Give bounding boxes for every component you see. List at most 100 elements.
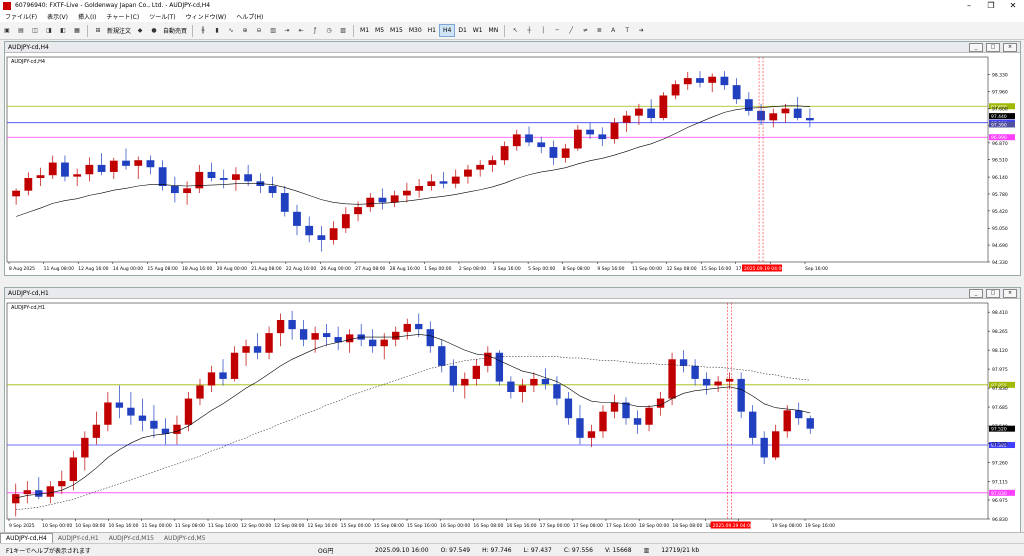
arrows-icon[interactable]: ➔ bbox=[635, 25, 647, 37]
candle-body bbox=[109, 160, 118, 172]
cursor-icon[interactable]: ↖ bbox=[509, 25, 521, 37]
candle-body bbox=[541, 378, 550, 385]
candle-body bbox=[757, 110, 765, 121]
close-icon[interactable]: × bbox=[1003, 288, 1017, 298]
line-chart-icon[interactable]: ∿ bbox=[225, 25, 237, 37]
candle-body bbox=[760, 437, 768, 458]
menu-file[interactable]: ファイル(F) bbox=[0, 12, 42, 21]
timeframe-h4[interactable]: H4 bbox=[439, 24, 456, 37]
indicators-icon[interactable]: ƒ bbox=[309, 25, 321, 37]
channel-icon[interactable]: ≠ bbox=[579, 25, 591, 37]
timeframe-d1[interactable]: D1 bbox=[455, 25, 469, 36]
status-profile[interactable]: OG円 bbox=[312, 546, 369, 555]
candle-body bbox=[769, 113, 778, 121]
menu-window[interactable]: ウィンドウ(W) bbox=[181, 12, 232, 21]
timeframe-m5[interactable]: M5 bbox=[372, 25, 387, 36]
tab-audjpy-m5[interactable]: AUDJPY-cd,M5 bbox=[159, 534, 211, 543]
timeframe-m15[interactable]: M15 bbox=[387, 25, 406, 36]
candle-body bbox=[549, 147, 558, 158]
chart-shift-icon[interactable]: ⇤ bbox=[295, 25, 307, 37]
candle-body bbox=[702, 378, 711, 386]
auto-trade-button[interactable]: 自動売買 bbox=[161, 26, 189, 35]
status-high: H: 97.746 bbox=[482, 546, 512, 554]
candle-body bbox=[518, 385, 527, 393]
candle-body bbox=[230, 352, 239, 379]
minimize-icon[interactable]: – bbox=[958, 0, 980, 11]
minimize-icon[interactable]: _ bbox=[969, 42, 983, 52]
x-tick-label: 22 Aug 16:00 bbox=[286, 266, 316, 272]
new-order-button[interactable]: 新規注文 bbox=[105, 26, 133, 35]
trendline-icon[interactable]: ╱ bbox=[565, 25, 577, 37]
x-tick-label: 16 Sep 16:00 bbox=[507, 523, 537, 529]
horizontal-line-icon[interactable]: ─ bbox=[551, 25, 563, 37]
new-order-icon[interactable]: ⊞ bbox=[92, 25, 104, 37]
menu-chart[interactable]: チャート(C) bbox=[101, 12, 144, 21]
status-volume: V: 15668 bbox=[604, 546, 632, 554]
new-chart-icon[interactable]: ▣ bbox=[1, 25, 13, 37]
menu-view[interactable]: 表示(V) bbox=[42, 12, 73, 21]
close-icon[interactable]: ✕ bbox=[1002, 0, 1024, 11]
fibonacci-icon[interactable]: ≣ bbox=[593, 25, 605, 37]
vertical-line-icon[interactable]: │ bbox=[537, 25, 549, 37]
candle-body bbox=[378, 197, 387, 203]
close-icon[interactable]: × bbox=[1003, 42, 1017, 52]
tile-windows-icon[interactable]: ▥ bbox=[267, 25, 279, 37]
auto-trade-icon[interactable]: ● bbox=[148, 25, 160, 37]
candle-body bbox=[439, 181, 448, 184]
toolbar-divider bbox=[504, 24, 506, 37]
market-watch-icon[interactable]: ◫ bbox=[29, 25, 41, 37]
plot-area bbox=[6, 56, 989, 263]
terminal-icon[interactable]: ▦ bbox=[71, 25, 83, 37]
candle-body bbox=[587, 431, 596, 438]
autoscroll-icon[interactable]: ⇥ bbox=[281, 25, 293, 37]
x-tick-label: 12 Aug 16:00 bbox=[78, 266, 108, 272]
label-icon[interactable]: T bbox=[621, 25, 633, 37]
candle-body bbox=[553, 384, 561, 399]
tab-audjpy-h1[interactable]: AUDJPY-cd,H1 bbox=[53, 534, 104, 543]
x-tick-label: 9 Sep 16:00 bbox=[597, 266, 624, 272]
data-window-icon[interactable]: ◨ bbox=[43, 25, 55, 37]
timeframe-h1[interactable]: H1 bbox=[425, 25, 439, 36]
candle-body bbox=[415, 186, 424, 191]
maximize-icon[interactable]: □ bbox=[986, 288, 1000, 298]
candle-body bbox=[708, 76, 717, 83]
periods-icon[interactable]: ◷ bbox=[323, 25, 335, 37]
profiles-icon[interactable]: ▤ bbox=[15, 25, 27, 37]
candle-body bbox=[369, 339, 377, 347]
x-tick-label: 15 Sep 00:00 bbox=[341, 523, 371, 529]
templates-icon[interactable]: ▧ bbox=[337, 25, 349, 37]
timeframe-mn[interactable]: MN bbox=[486, 25, 502, 36]
timeframe-w1[interactable]: W1 bbox=[470, 25, 486, 36]
menu-tools[interactable]: ツール(T) bbox=[144, 12, 180, 21]
maximize-icon[interactable]: □ bbox=[986, 42, 1000, 52]
price-chart-h1[interactable]: AUDJPY-cd,H197.85597.39597.03098.41098.2… bbox=[5, 299, 1018, 531]
zoom-in-icon[interactable]: ⊕ bbox=[239, 25, 251, 37]
bar-chart-icon[interactable]: ╫ bbox=[197, 25, 209, 37]
candle-body bbox=[507, 381, 515, 393]
tab-audjpy-m15[interactable]: AUDJPY-cd,M15 bbox=[104, 534, 159, 543]
candle-body bbox=[253, 346, 262, 353]
navigator-icon[interactable]: ◧ bbox=[57, 25, 69, 37]
zoom-out-icon[interactable]: ⊖ bbox=[253, 25, 265, 37]
menu-help[interactable]: ヘルプ(H) bbox=[231, 12, 268, 21]
timeframe-m1[interactable]: M1 bbox=[357, 25, 372, 36]
app-icon bbox=[3, 1, 11, 10]
tab-audjpy-h4[interactable]: AUDJPY-cd,H4 bbox=[0, 533, 53, 543]
restore-icon[interactable]: ❐ bbox=[980, 0, 1002, 11]
menu-insert[interactable]: 挿入(I) bbox=[73, 12, 101, 21]
y-tick-label: 97.685 bbox=[992, 405, 1008, 411]
text-icon[interactable]: A bbox=[607, 25, 619, 37]
candle-body bbox=[488, 160, 497, 165]
price-chart-h4[interactable]: AUDJPY-cd,H497.65097.30096.99098.33097.9… bbox=[5, 53, 1018, 274]
menu-bar: ファイル(F) 表示(V) 挿入(I) チャート(C) ツール(T) ウィンドウ… bbox=[0, 11, 1024, 22]
timeframe-m30[interactable]: M30 bbox=[406, 25, 425, 36]
meta-editor-icon[interactable]: ◆ bbox=[134, 25, 146, 37]
minimize-icon[interactable]: _ bbox=[969, 288, 983, 298]
candle-body bbox=[783, 410, 791, 432]
candlestick-icon[interactable]: ▮ bbox=[211, 25, 223, 37]
candle-body bbox=[795, 410, 803, 419]
crosshair-icon[interactable]: ┼ bbox=[523, 25, 535, 37]
candle-body bbox=[656, 398, 665, 408]
x-tick-label: 11 Sep 16:00 bbox=[208, 523, 238, 529]
candle-body bbox=[390, 195, 399, 203]
